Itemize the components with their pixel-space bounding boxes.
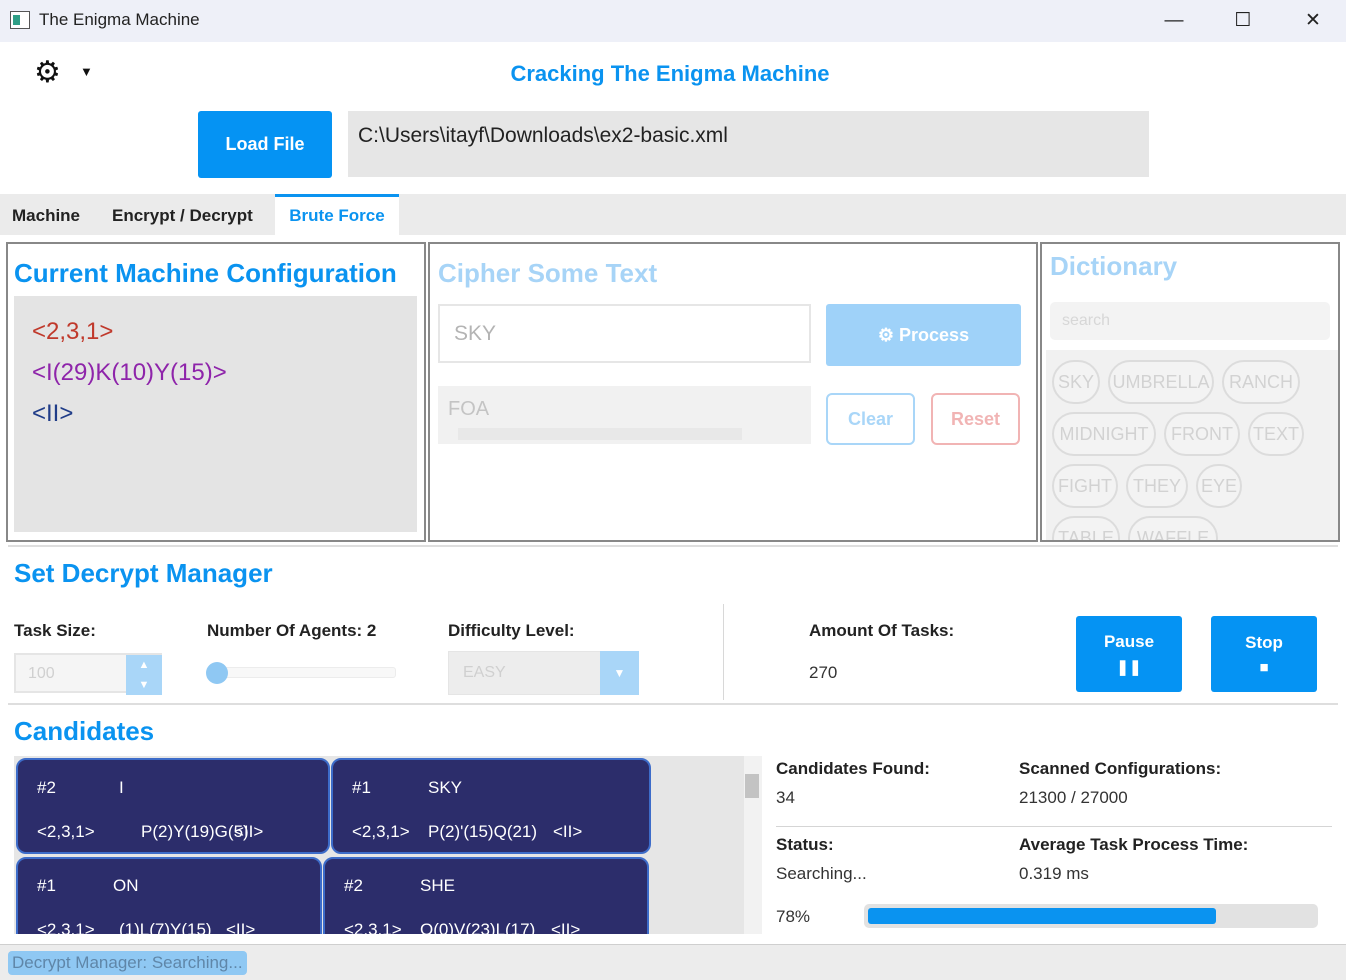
reset-button[interactable]: Reset — [931, 393, 1020, 445]
status-bar-message: Decrypt Manager: Searching... — [8, 951, 247, 975]
candidate-positions: O(0)V(23)L(17) — [420, 920, 536, 934]
file-path-field: C:\Users\itayf\Downloads\ex2-basic.xml — [348, 111, 1149, 177]
dictionary-word-list: SKY UMBRELLA RANCH MIDNIGHT FRONT TEXT F… — [1046, 350, 1338, 540]
scanned-configurations-value: 21300 / 27000 — [1019, 788, 1128, 807]
candidate-agent: #2 — [344, 876, 363, 895]
stop-button[interactable]: Stop ■ — [1211, 616, 1317, 692]
candidate-card[interactable]: #2 I <2,3,1> P(2)Y(19)G(5) <II> — [16, 758, 330, 854]
candidate-card[interactable]: #2 SHE <2,3,1> O(0)V(23)L(17) <II> — [323, 857, 649, 934]
dictionary-word[interactable]: TABLE — [1052, 516, 1120, 540]
decrypt-manager-title: Set Decrypt Manager — [14, 558, 273, 588]
dictionary-word[interactable]: THEY — [1126, 464, 1188, 508]
gears-icon: ⚙ — [877, 324, 900, 345]
process-button[interactable]: ⚙ Process — [826, 304, 1021, 366]
agents-slider-track[interactable] — [220, 667, 396, 678]
task-size-label: Task Size: — [14, 621, 96, 640]
dictionary-word[interactable]: WAFFLE — [1128, 516, 1218, 540]
candidate-rotors: <2,3,1> — [37, 920, 95, 934]
divider — [8, 703, 1338, 705]
candidates-title: Candidates — [14, 716, 155, 746]
divider — [723, 604, 724, 700]
output-scrollbar[interactable] — [458, 428, 742, 440]
candidate-word: ON — [113, 876, 139, 895]
load-file-button[interactable]: Load File — [198, 111, 332, 178]
config-reflector: <II> — [32, 400, 74, 427]
dictionary-word[interactable]: TEXT — [1248, 412, 1304, 456]
dictionary-word[interactable]: SKY — [1052, 360, 1100, 404]
candidate-word: SKY — [428, 778, 463, 797]
cipher-title: Cipher Some Text — [438, 258, 658, 288]
scanned-configurations-label: Scanned Configurations: — [1019, 759, 1222, 778]
agents-slider-thumb[interactable] — [206, 662, 228, 684]
app-icon — [10, 11, 30, 29]
candidate-word: SHE — [420, 876, 455, 895]
progress-bar-fill — [868, 908, 1216, 924]
tab-bar: Machine Encrypt / Decrypt Brute Force — [0, 194, 1346, 235]
candidate-word: I — [119, 778, 124, 797]
agents-label: Number Of Agents: 2 — [207, 621, 377, 640]
chevron-down-icon[interactable]: ▼ — [600, 651, 639, 695]
amount-of-tasks-label: Amount Of Tasks: — [809, 621, 955, 640]
close-button[interactable]: ✕ — [1298, 8, 1328, 34]
window-title: The Enigma Machine — [39, 10, 200, 29]
process-label: Process — [899, 324, 970, 345]
dictionary-title: Dictionary — [1050, 251, 1178, 281]
difficulty-label: Difficulty Level: — [448, 621, 575, 640]
spinner-up-icon[interactable]: ▲ — [126, 655, 162, 675]
divider — [776, 826, 1332, 827]
candidate-reflector: <II> — [234, 822, 264, 841]
scrollbar-thumb[interactable] — [745, 774, 759, 798]
minimize-button[interactable]: — — [1159, 8, 1189, 34]
candidate-rotors: <2,3,1> — [352, 822, 410, 841]
candidates-list: #2 I <2,3,1> P(2)Y(19)G(5) <II> #1 SKY <… — [14, 756, 762, 934]
tab-brute-force[interactable]: Brute Force — [275, 194, 399, 235]
average-time-label: Average Task Process Time: — [1019, 835, 1249, 854]
config-rotors: <2,3,1> — [32, 318, 114, 345]
candidate-rotors: <2,3,1> — [37, 822, 95, 841]
stop-label: Stop — [1245, 632, 1283, 652]
pause-icon: ❚❚ — [1116, 659, 1142, 676]
dictionary-word[interactable]: FIGHT — [1052, 464, 1118, 508]
candidate-reflector: <II> — [551, 920, 581, 934]
status-label: Status: — [776, 835, 834, 854]
candidate-reflector: <II> — [553, 822, 583, 841]
progress-text: 78% — [776, 907, 811, 926]
title-bar — [0, 0, 1346, 42]
candidate-card[interactable]: #1 SKY <2,3,1> P(2)'(15)Q(21) <II> — [331, 758, 651, 854]
config-positions: <I(29)K(10)Y(15)> — [32, 359, 227, 386]
candidate-agent: #1 — [37, 876, 56, 895]
candidate-agent: #2 — [37, 778, 56, 797]
average-time-value: 0.319 ms — [1019, 864, 1089, 883]
candidate-agent: #1 — [352, 778, 371, 797]
pause-label: Pause — [1103, 632, 1155, 651]
cipher-input[interactable]: SKY — [438, 304, 811, 363]
dictionary-word[interactable]: FRONT — [1164, 412, 1240, 456]
status-value: Searching... — [776, 864, 867, 883]
candidate-reflector: <II> — [226, 920, 256, 934]
stop-icon: ■ — [1259, 658, 1269, 676]
dictionary-search-input[interactable]: search — [1050, 302, 1330, 340]
candidate-positions: P(2)'(15)Q(21) — [428, 822, 538, 841]
candidates-found-label: Candidates Found: — [776, 759, 930, 778]
tab-encrypt-decrypt[interactable]: Encrypt / Decrypt — [112, 194, 253, 235]
maximize-button[interactable]: ☐ — [1228, 8, 1258, 34]
candidate-card[interactable]: #1 ON <2,3,1> (1)L(7)Y(15) <II> — [16, 857, 322, 934]
config-title: Current Machine Configuration — [14, 258, 397, 288]
candidate-rotors: <2,3,1> — [344, 920, 402, 934]
candidates-found-value: 34 — [776, 788, 795, 807]
candidate-positions: (1)L(7)Y(15) — [119, 920, 212, 934]
dictionary-word[interactable]: RANCH — [1222, 360, 1300, 404]
amount-of-tasks-value: 270 — [809, 663, 838, 682]
clear-button[interactable]: Clear — [826, 393, 915, 445]
candidate-positions: P(2)Y(19)G(5) — [141, 822, 249, 841]
dictionary-word[interactable]: EYE — [1196, 464, 1242, 508]
pause-button[interactable]: Pause ❚❚ — [1076, 616, 1182, 692]
dictionary-word[interactable]: MIDNIGHT — [1052, 412, 1156, 456]
tab-machine[interactable]: Machine — [12, 194, 80, 235]
page-title: Cracking The Enigma Machine — [510, 61, 830, 86]
spinner-down-icon[interactable]: ▼ — [126, 675, 162, 695]
divider — [8, 545, 1338, 547]
dictionary-word[interactable]: UMBRELLA — [1108, 360, 1214, 404]
